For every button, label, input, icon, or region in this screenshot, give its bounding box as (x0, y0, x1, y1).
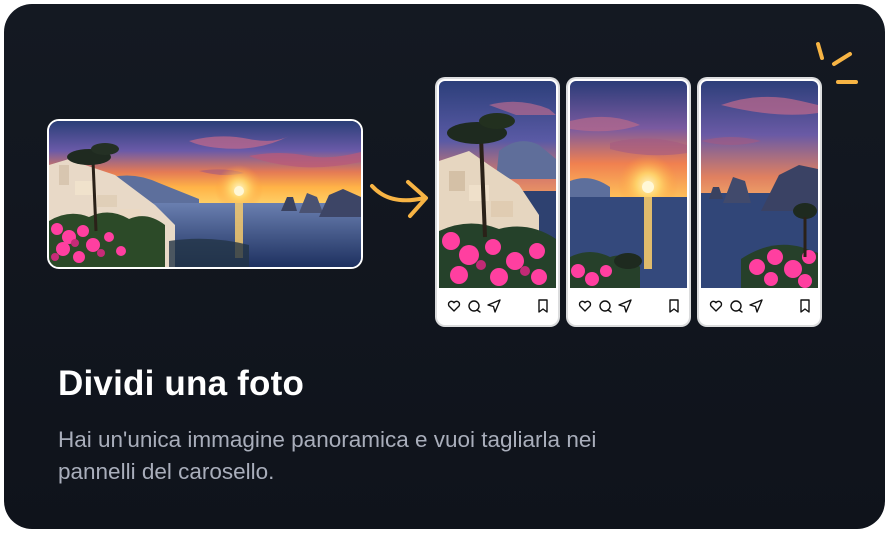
card-subtitle: Hai un'unica immagine panoramica e vuoi … (58, 427, 597, 484)
curved-arrow-right-icon (370, 180, 428, 218)
heart-icon[interactable] (578, 299, 592, 313)
comment-icon[interactable] (729, 299, 743, 313)
panel-image (439, 81, 556, 288)
bookmark-icon[interactable] (667, 299, 681, 313)
share-icon[interactable] (618, 299, 632, 313)
post-actions (568, 291, 689, 321)
comment-icon[interactable] (467, 299, 481, 313)
card-title: Dividi una foto (58, 364, 305, 403)
share-icon[interactable] (749, 299, 763, 313)
comment-icon[interactable] (598, 299, 612, 313)
share-icon[interactable] (487, 299, 501, 313)
bookmark-icon[interactable] (536, 299, 550, 313)
bookmark-icon[interactable] (798, 299, 812, 313)
panorama-thumbnail (47, 119, 363, 269)
carousel-panel[interactable] (568, 79, 689, 325)
post-actions (437, 291, 558, 321)
panel-image (701, 81, 818, 288)
feature-card[interactable]: Dividi una foto Hai un'unica immagine pa… (4, 4, 885, 529)
carousel-panel[interactable] (437, 79, 558, 325)
heart-icon[interactable] (447, 299, 461, 313)
post-actions (699, 291, 820, 321)
carousel-panel[interactable] (699, 79, 820, 325)
heart-icon[interactable] (709, 299, 723, 313)
panel-image (570, 81, 687, 288)
